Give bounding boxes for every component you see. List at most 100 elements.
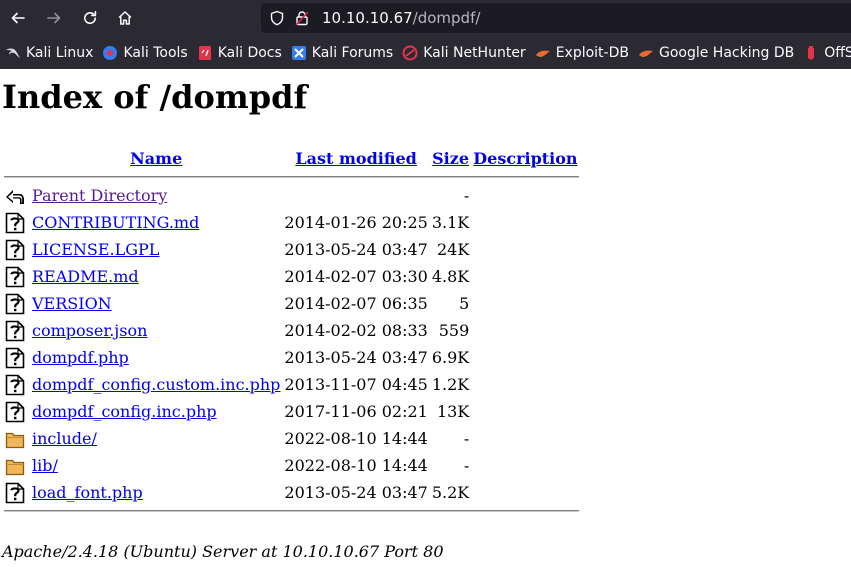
unknown-file-icon	[5, 320, 25, 341]
back-arrow-icon	[6, 189, 24, 204]
size-cell: 1.2K	[431, 375, 470, 394]
insecure-lock-icon[interactable]	[292, 8, 312, 28]
sort-by-modified-link[interactable]: Last modified	[295, 149, 416, 168]
file-rows: CONTRIBUTING.md 2014-01-26 20:25 3.1K LICEN…	[4, 210, 579, 505]
size-cell: -	[463, 186, 470, 205]
modified-cell	[283, 183, 428, 208]
modified-cell: 2013-05-24 03:47	[284, 348, 428, 367]
name-cell: dompdf_config.custom.inc.php	[31, 372, 281, 397]
file-link[interactable]: README.md	[32, 267, 139, 286]
modified-cell: 2017-11-06 02:21	[284, 402, 428, 421]
description-cell	[472, 453, 578, 478]
file-row: dompdf_config.custom.inc.php 2013-11-07 0…	[4, 372, 579, 397]
modified-cell: 2014-02-07 03:30	[284, 267, 428, 286]
page-title: Index of /dompdf	[2, 78, 308, 116]
name-cell: README.md	[31, 264, 281, 289]
sort-by-name-link[interactable]: Name	[130, 149, 182, 168]
navigation-toolbar: 10.10.10.67/dompdf/	[0, 0, 851, 37]
separator-row	[4, 173, 579, 181]
sort-by-description-link[interactable]: Description	[473, 149, 577, 168]
shield-icon[interactable]	[267, 8, 287, 28]
size-cell: 5.2K	[431, 483, 470, 502]
back-button[interactable]	[4, 4, 32, 32]
file-link[interactable]: LICENSE.LGPL	[32, 240, 159, 259]
icon-cell	[4, 453, 29, 478]
bookmark-kali-forums[interactable]: Kali Forums	[286, 41, 397, 65]
unknown-file-icon	[5, 266, 25, 287]
size-cell: 24K	[436, 240, 470, 259]
icon-column-header	[4, 146, 29, 171]
sort-by-size-link[interactable]: Size	[432, 149, 469, 168]
icon-cell	[4, 399, 29, 424]
modified-cell: 2013-11-07 04:45	[284, 375, 428, 394]
unknown-file-icon	[5, 374, 25, 395]
separator-row	[4, 507, 579, 515]
file-row: CONTRIBUTING.md 2014-01-26 20:25 3.1K	[4, 210, 579, 235]
name-cell: CONTRIBUTING.md	[31, 210, 281, 235]
icon-cell	[4, 237, 29, 262]
home-button[interactable]	[111, 4, 139, 32]
icon-cell	[4, 372, 29, 397]
folder-link[interactable]: lib/	[32, 456, 58, 475]
bookmark-label: Kali NetHunter	[423, 45, 526, 61]
size-cell: 3.1K	[431, 213, 470, 232]
parent-directory-row: Parent Directory -	[4, 183, 579, 208]
description-cell	[472, 345, 578, 370]
file-link[interactable]: load_font.php	[32, 483, 143, 502]
file-row: LICENSE.LGPL 2013-05-24 03:47 24K	[4, 237, 579, 262]
description-cell	[472, 426, 578, 451]
unknown-file-icon	[5, 347, 25, 368]
size-cell: 13K	[436, 402, 470, 421]
exploit-db-icon	[535, 50, 550, 57]
separator-cell	[4, 173, 579, 181]
icon-cell	[4, 264, 29, 289]
modified-cell: 2022-08-10 14:44	[284, 456, 428, 475]
icon-cell	[4, 291, 29, 316]
address-bar[interactable]: 10.10.10.67/dompdf/	[261, 3, 851, 33]
offsec-icon	[808, 46, 815, 60]
kali-forums-icon	[291, 46, 306, 60]
home-icon	[118, 11, 132, 25]
description-cell	[472, 210, 578, 235]
name-cell: dompdf.php	[31, 345, 281, 370]
folder-icon	[5, 432, 25, 448]
file-link[interactable]: composer.json	[32, 321, 147, 340]
icon-cell	[4, 183, 29, 208]
file-link[interactable]: dompdf_config.custom.inc.php	[32, 375, 280, 394]
name-cell: lib/	[31, 453, 281, 478]
folder-link[interactable]: include/	[32, 429, 97, 448]
modified-column-header: Last modified	[283, 146, 428, 171]
page-content: Index of /dompdf Name Last modified Size…	[0, 69, 851, 567]
unknown-file-icon	[5, 293, 25, 314]
bookmark-google-hacking-db[interactable]: Google Hacking DB	[633, 41, 798, 65]
parent-directory-link[interactable]: Parent Directory	[32, 186, 167, 205]
bookmark-label: Kali Linux	[26, 45, 94, 61]
bookmark-exploit-db[interactable]: Exploit-DB	[530, 41, 633, 65]
divider	[4, 510, 579, 512]
reload-button[interactable]	[76, 4, 104, 32]
folder-row: lib/2022-08-10 14:44 -	[4, 453, 579, 478]
file-link[interactable]: VERSION	[32, 294, 112, 313]
name-cell: composer.json	[31, 318, 281, 343]
file-link[interactable]: dompdf_config.inc.php	[32, 402, 217, 421]
description-cell	[472, 291, 578, 316]
bookmark-kali-docs[interactable]: Kali Docs	[192, 41, 286, 65]
forward-button[interactable]	[40, 4, 68, 32]
bookmark-label: Kali Tools	[123, 45, 188, 61]
description-cell	[472, 372, 578, 397]
file-row: VERSION 2014-02-07 06:35 5	[4, 291, 579, 316]
bookmark-kali-linux[interactable]: Kali Linux	[0, 41, 97, 65]
header-row: Name Last modified Size Description	[4, 146, 579, 171]
bookmark-offsec[interactable]: OffSec	[798, 41, 851, 65]
file-link[interactable]: dompdf.php	[32, 348, 129, 367]
file-link[interactable]: CONTRIBUTING.md	[32, 213, 199, 232]
bookmark-kali-nethunter[interactable]: Kali NetHunter	[397, 41, 529, 65]
url-text[interactable]: 10.10.10.67/dompdf/	[322, 9, 480, 27]
folder-icon	[5, 459, 25, 475]
description-cell	[472, 318, 578, 343]
name-cell: dompdf_config.inc.php	[31, 399, 281, 424]
modified-cell: 2013-05-24 03:47	[284, 240, 428, 259]
bookmark-label: Google Hacking DB	[658, 45, 795, 61]
ghdb-icon	[638, 50, 653, 57]
bookmark-kali-tools[interactable]: Kali Tools	[97, 41, 191, 65]
